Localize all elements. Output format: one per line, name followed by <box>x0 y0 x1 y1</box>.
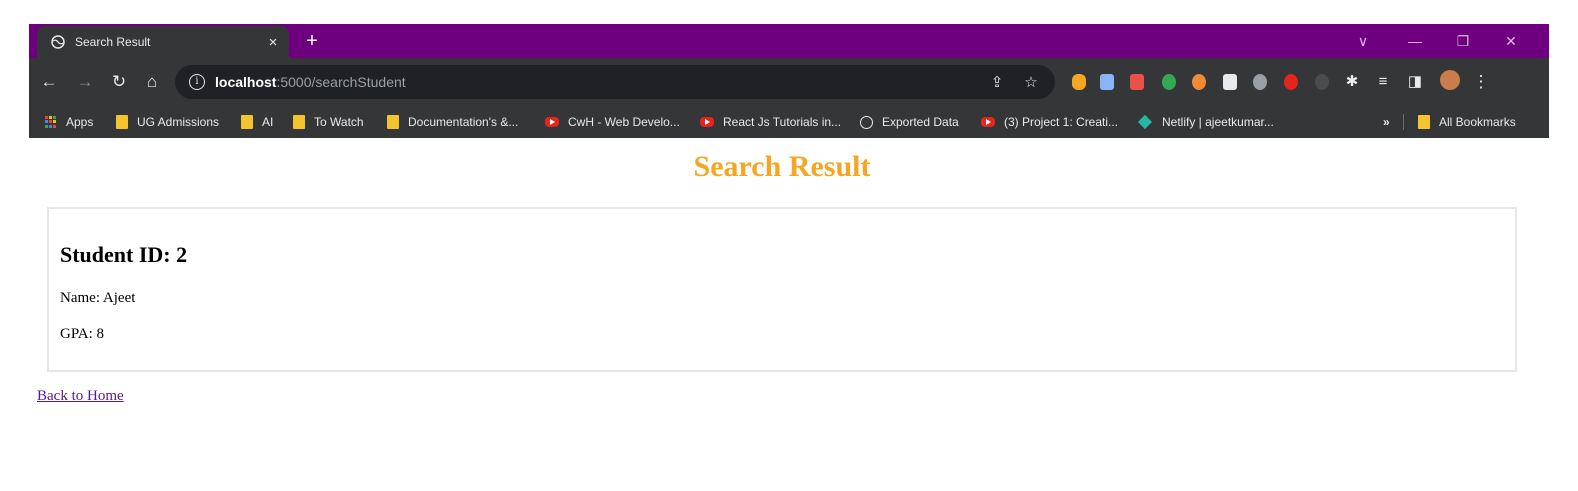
extension-icon-4[interactable] <box>1162 74 1176 90</box>
student-card: Student ID: 2 Name: Ajeet GPA: 8 <box>47 207 1517 372</box>
youtube-icon <box>700 117 714 127</box>
youtube-icon <box>981 117 995 127</box>
all-bookmarks-button[interactable]: All Bookmarks <box>1418 113 1516 131</box>
close-window-button[interactable]: ✕ <box>1497 30 1525 52</box>
extension-icon-1[interactable] <box>1072 74 1086 90</box>
bookmark-to-watch[interactable]: To Watch <box>293 113 364 131</box>
extension-icon-3[interactable] <box>1130 74 1144 90</box>
browser-toolbar: ← → ↻ ⌂ i localhost :5000/searchStudent … <box>29 58 1549 106</box>
tab-close-icon[interactable]: × <box>263 32 283 52</box>
bookmark-documentation[interactable]: Documentation's &... <box>387 113 518 131</box>
extension-icon-8[interactable] <box>1284 74 1298 90</box>
bookmarks-divider <box>1403 114 1404 130</box>
folder-icon <box>1418 115 1430 129</box>
extension-icon-2[interactable] <box>1100 74 1114 90</box>
side-panel-icon[interactable]: ◨ <box>1403 70 1427 94</box>
tab-title: Search Result <box>75 35 151 49</box>
react-devtools-icon[interactable] <box>1253 74 1267 90</box>
share-icon[interactable]: ⇪ <box>987 73 1007 91</box>
back-to-home-link[interactable]: Back to Home <box>37 388 124 405</box>
folder-icon <box>293 115 305 129</box>
bookmark-project-1[interactable]: (3) Project 1: Creati... <box>981 113 1118 131</box>
bookmark-star-icon[interactable]: ☆ <box>1021 73 1041 91</box>
back-arrow-icon[interactable]: ← <box>37 70 61 94</box>
minimize-button[interactable]: — <box>1401 30 1429 52</box>
bookmark-label: AI <box>262 115 274 129</box>
address-host: localhost <box>215 74 277 90</box>
profile-avatar[interactable] <box>1440 70 1460 90</box>
home-icon[interactable]: ⌂ <box>140 70 164 94</box>
globe-icon <box>51 35 65 49</box>
bookmark-label: Netlify | ajeetkumar... <box>1162 115 1274 129</box>
bookmarks-overflow-button[interactable]: » <box>1383 113 1390 131</box>
bookmark-label: React Js Tutorials in... <box>723 115 842 129</box>
student-name: Name: Ajeet <box>60 290 136 306</box>
browser-window: Search Result × + ∨ — ❐ ✕ ← → ↻ ⌂ i loca… <box>29 24 1549 138</box>
extension-icon-5[interactable] <box>1192 74 1206 90</box>
bookmark-cwh[interactable]: CwH - Web Develo... <box>545 113 680 131</box>
menu-dots-icon[interactable]: ⋮ <box>1469 70 1493 94</box>
extensions-puzzle-icon[interactable]: ✱ <box>1340 70 1364 94</box>
site-info-icon[interactable]: i <box>189 74 205 90</box>
bookmark-apps[interactable]: Apps <box>45 113 93 131</box>
apps-grid-icon <box>45 116 57 128</box>
forward-arrow-icon[interactable]: → <box>73 70 97 94</box>
bookmark-label: CwH - Web Develo... <box>568 115 680 129</box>
netlify-icon <box>1137 114 1153 130</box>
tab-search-dropdown-icon[interactable]: ∨ <box>1349 30 1377 52</box>
bookmark-react-tutorials[interactable]: React Js Tutorials in... <box>700 113 841 131</box>
bookmarks-bar: Apps UG Admissions AI To Watch Documenta… <box>29 106 1549 138</box>
bookmark-exported-data[interactable]: Exported Data <box>860 113 959 131</box>
bookmark-ug-admissions[interactable]: UG Admissions <box>116 113 219 131</box>
reading-list-icon[interactable]: ≡ <box>1371 70 1395 94</box>
bookmark-netlify[interactable]: Netlify | ajeetkumar... <box>1137 113 1274 131</box>
bookmark-ai[interactable]: AI <box>241 113 273 131</box>
address-bar[interactable]: i localhost :5000/searchStudent ⇪ ☆ <box>175 65 1055 99</box>
student-gpa: GPA: 8 <box>60 326 105 342</box>
bookmark-label: To Watch <box>314 115 364 129</box>
folder-icon <box>241 115 253 129</box>
bookmark-label: UG Admissions <box>137 115 220 129</box>
page-title: Search Result <box>693 150 871 183</box>
bookmark-label: Exported Data <box>882 115 959 129</box>
student-id-heading: Student ID: 2 <box>60 242 188 267</box>
extension-icon-6[interactable] <box>1223 74 1237 90</box>
globe-icon <box>860 115 873 129</box>
extension-icon-9[interactable] <box>1315 74 1329 90</box>
restore-button[interactable]: ❐ <box>1449 30 1477 52</box>
bookmark-label: (3) Project 1: Creati... <box>1004 115 1119 129</box>
tab-search-result[interactable]: Search Result × <box>37 26 289 58</box>
reload-icon[interactable]: ↻ <box>107 70 131 94</box>
folder-icon <box>387 115 399 129</box>
all-bookmarks-label: All Bookmarks <box>1439 115 1516 129</box>
bookmark-label: Documentation's &... <box>408 115 519 129</box>
folder-icon <box>116 115 128 129</box>
address-path: :5000/searchStudent <box>276 74 406 90</box>
tab-strip: Search Result × + ∨ — ❐ ✕ <box>29 24 1549 58</box>
youtube-icon <box>545 117 559 127</box>
bookmark-label: Apps <box>66 115 94 129</box>
new-tab-button[interactable]: + <box>301 30 323 52</box>
